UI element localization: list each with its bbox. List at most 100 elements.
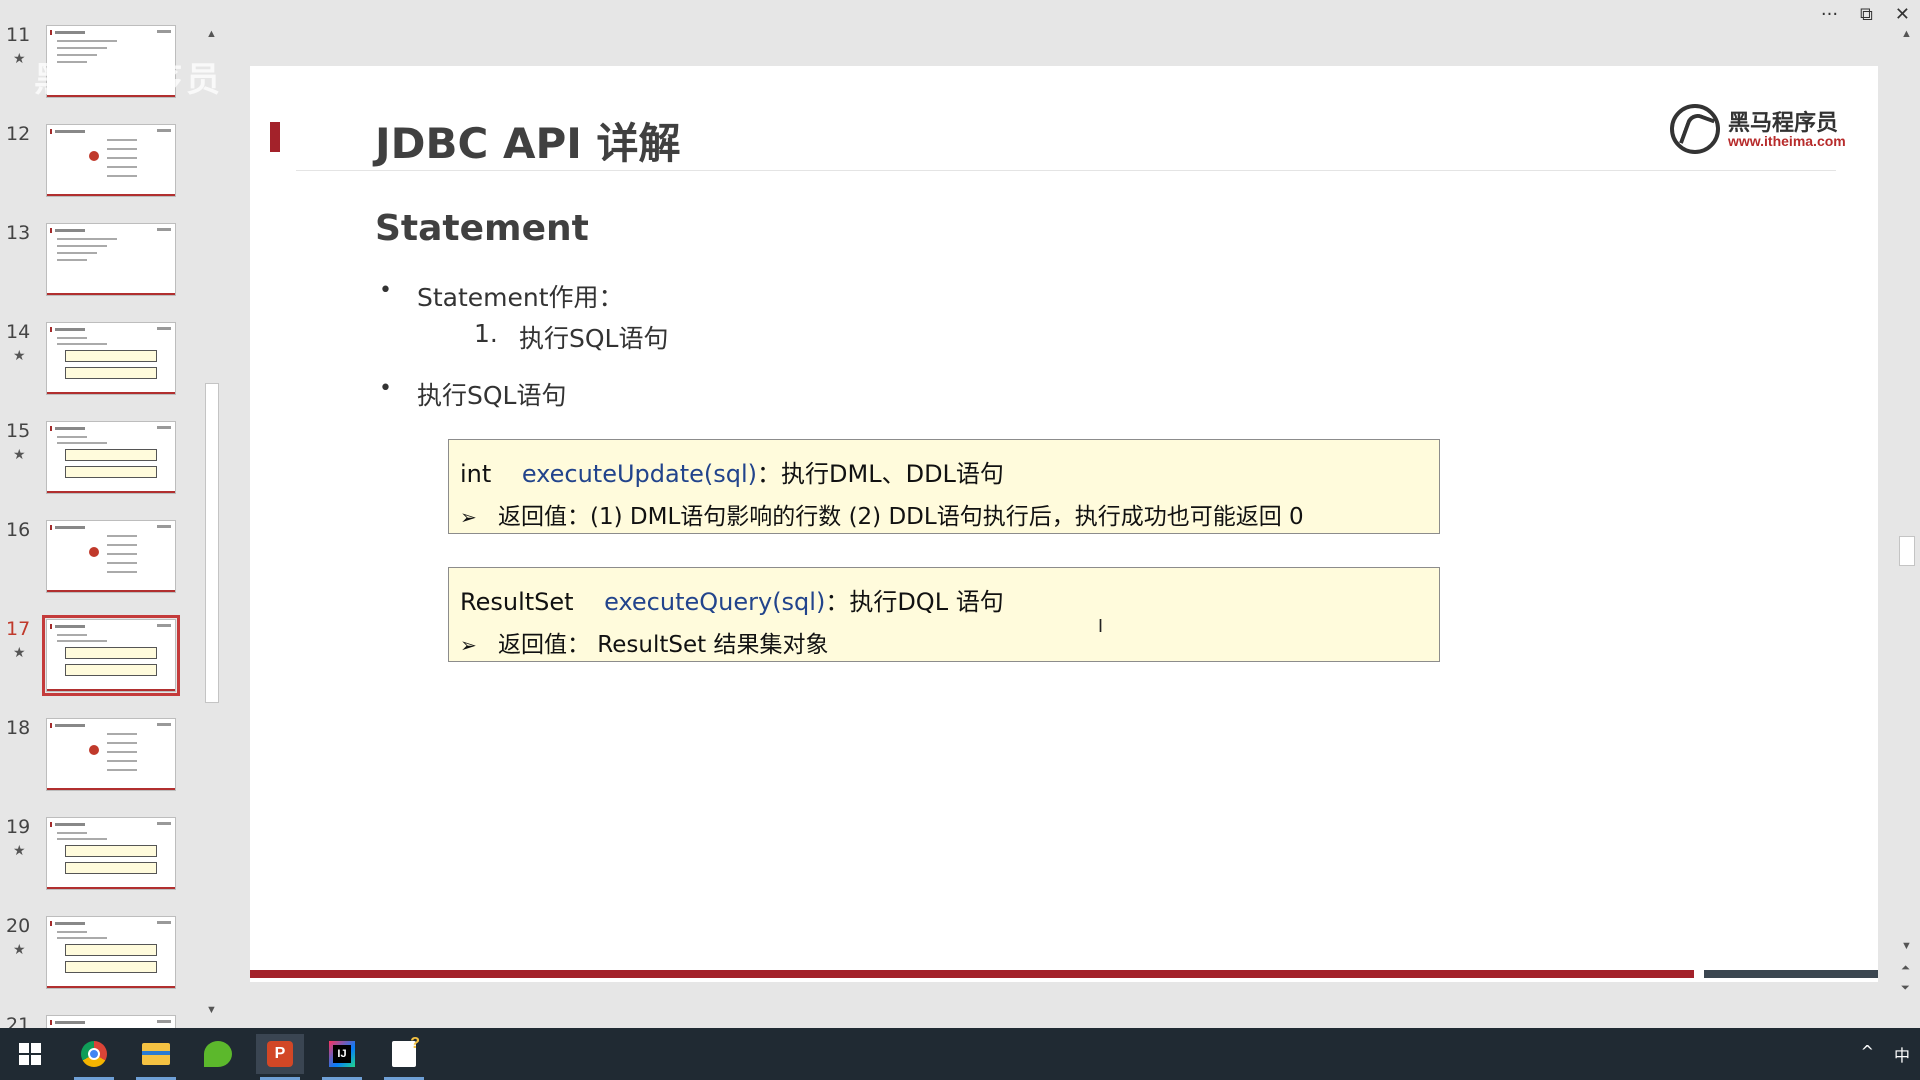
item-text: 执行SQL语句 <box>519 324 669 353</box>
animation-star-icon: ★ <box>13 446 26 462</box>
powerpoint-icon: P <box>267 1041 293 1067</box>
title-divider <box>296 170 1836 171</box>
item-number: 1. <box>474 319 498 348</box>
taskbar-file-explorer[interactable] <box>132 1034 180 1080</box>
animation-star-icon: ★ <box>13 941 26 957</box>
next-slide-icon[interactable]: ⏷ <box>1901 982 1910 995</box>
slide-number: 16 <box>6 519 31 541</box>
taskbar-chrome[interactable] <box>70 1034 118 1080</box>
slide-scrollbar[interactable]: ▲ ▼ ⏶ ⏷ <box>1896 26 1918 1006</box>
bullet-dot: • <box>379 376 392 401</box>
previous-slide-icon[interactable]: ⏶ <box>1901 962 1910 975</box>
slide-thumbnail[interactable] <box>42 615 180 696</box>
taskbar-powerpoint[interactable]: P <box>256 1034 304 1080</box>
thumbnail-row-14[interactable]: 14 ★ <box>0 321 200 411</box>
method-signature: int executeUpdate(sql)：执行DML、DDL语句 <box>460 454 1004 489</box>
taskbar-notes[interactable] <box>380 1034 428 1080</box>
bullet-text: 执行SQL语句 <box>417 381 567 410</box>
more-options-icon[interactable]: ··· <box>1821 4 1838 25</box>
thumbnail-row-21[interactable]: 21 <box>0 1014 200 1028</box>
bullet-dot: • <box>379 278 392 303</box>
folder-icon <box>142 1043 170 1065</box>
scroll-down-icon[interactable]: ▼ <box>1901 940 1912 952</box>
restore-window-icon[interactable]: ⧉ <box>1860 4 1873 25</box>
slide-number: 11 <box>6 24 31 46</box>
thumbnail-row-17[interactable]: 17 ★ <box>0 615 200 708</box>
slide-thumbnail[interactable] <box>46 124 176 197</box>
return-note-text: 返回值： ResultSet 结果集对象 <box>498 632 829 658</box>
animation-star-icon: ★ <box>13 644 26 660</box>
logo-url: www.itheima.com <box>1728 133 1846 149</box>
slide-number: 12 <box>6 123 31 145</box>
scroll-up-icon[interactable]: ▲ <box>206 28 217 40</box>
title-marker <box>270 122 280 152</box>
thumbnail-row-20[interactable]: 20 ★ <box>0 915 200 1005</box>
return-note-text: 返回值：(1) DML语句影响的行数 (2) DDL语句执行后，执行成功也可能返… <box>498 504 1304 530</box>
close-window-icon[interactable]: ✕ <box>1895 4 1910 25</box>
slide-thumbnail[interactable] <box>46 916 176 989</box>
scroll-down-icon[interactable]: ▼ <box>206 1004 217 1016</box>
start-button[interactable] <box>6 1034 54 1074</box>
slide-number: 13 <box>6 222 31 244</box>
slide-scrollbar-thumb[interactable] <box>1899 536 1915 566</box>
slide-editor: JDBC API 详解 黑马程序员 www.itheima.com Statem… <box>230 0 1890 1028</box>
return-note: ➢ 返回值：(1) DML语句影响的行数 (2) DDL语句执行后，执行成功也可能… <box>460 497 1304 531</box>
animation-star-icon: ★ <box>13 50 26 66</box>
ime-indicator[interactable]: 中 <box>1894 1042 1910 1066</box>
slide-thumbnail[interactable] <box>46 421 176 494</box>
thumbnail-row-16[interactable]: 16 <box>0 519 200 609</box>
thumbnail-row-15[interactable]: 15 ★ <box>0 420 200 510</box>
slide-title[interactable]: JDBC API 详解 <box>375 110 681 171</box>
taskbar-intellij[interactable]: IJ <box>318 1034 366 1080</box>
method-name: executeQuery(sql) <box>604 588 826 616</box>
window-controls: ··· ⧉ ✕ <box>1821 2 1910 26</box>
slide-thumbnail-pane: 11 ★ 12 13 14 ★ 15 ★ 16 17 ★ 18 19 ★ 20 ★ 21 <box>0 0 228 1028</box>
slide-number: 17 <box>6 618 31 640</box>
section-heading[interactable]: Statement <box>375 208 589 249</box>
notes-icon <box>392 1035 420 1067</box>
slide-number: 20 <box>6 915 31 937</box>
slide-number: 19 <box>6 816 31 838</box>
execute-update-box[interactable]: int executeUpdate(sql)：执行DML、DDL语句 ➢ 返回值：… <box>448 439 1440 534</box>
slide-thumbnail[interactable] <box>46 322 176 395</box>
bullet-item[interactable]: • 执行SQL语句 <box>379 376 567 412</box>
slide-number: 15 <box>6 420 31 442</box>
powerpoint-window: 11 ★ 12 13 14 ★ 15 ★ 16 17 ★ 18 19 ★ 20 ★ 21 ▲ ▼ 黑马程序员 b… <box>0 0 1920 1028</box>
return-note: ➢ 返回值： ResultSet 结果集对象 <box>460 625 828 659</box>
thumbnail-row-18[interactable]: 18 <box>0 717 200 807</box>
return-type: ResultSet <box>460 588 574 616</box>
thumbnail-row-13[interactable]: 13 <box>0 222 200 312</box>
animation-star-icon: ★ <box>13 347 26 363</box>
bullet-text: Statement作用： <box>417 283 624 312</box>
execute-query-box[interactable]: ResultSet executeQuery(sql)：执行DQL 语句 ➢ 返回… <box>448 567 1440 662</box>
windows-icon <box>19 1043 41 1065</box>
footer-bar-dark <box>1704 970 1878 978</box>
thumbnail-scrollbar[interactable]: ▲ ▼ <box>203 28 221 1020</box>
current-slide[interactable]: JDBC API 详解 黑马程序员 www.itheima.com Statem… <box>250 66 1878 982</box>
slide-thumbnail[interactable] <box>46 1015 176 1028</box>
slide-number: 21 <box>6 1014 31 1028</box>
text-cursor-icon: I <box>1098 616 1104 636</box>
thumbnail-row-19[interactable]: 19 ★ <box>0 816 200 906</box>
return-type: int <box>460 460 492 488</box>
taskbar: P IJ ^ 中 <box>0 1028 1920 1080</box>
slide-thumbnail[interactable] <box>46 223 176 296</box>
arrow-bullet-icon: ➢ <box>460 505 477 529</box>
system-tray: ^ 中 <box>1861 1042 1910 1066</box>
thumbnail-row-12[interactable]: 12 <box>0 123 200 213</box>
taskbar-leaf-app[interactable] <box>194 1034 242 1074</box>
scroll-up-icon[interactable]: ▲ <box>1901 28 1912 40</box>
slide-thumbnail[interactable] <box>46 718 176 791</box>
intellij-icon: IJ <box>329 1041 355 1067</box>
brand-logo: 黑马程序员 www.itheima.com <box>1670 104 1850 154</box>
chrome-icon <box>81 1041 107 1067</box>
tray-chevron-icon[interactable]: ^ <box>1861 1042 1874 1066</box>
slide-thumbnail[interactable] <box>46 520 176 593</box>
slide-number: 18 <box>6 717 31 739</box>
horse-logo-icon <box>1670 104 1720 154</box>
thumbnail-scrollbar-thumb[interactable] <box>205 383 219 703</box>
bullet-item[interactable]: • Statement作用： <box>379 278 624 314</box>
slide-thumbnail[interactable] <box>46 817 176 890</box>
slide-number: 14 <box>6 321 31 343</box>
footer-bar-red <box>250 970 1694 978</box>
